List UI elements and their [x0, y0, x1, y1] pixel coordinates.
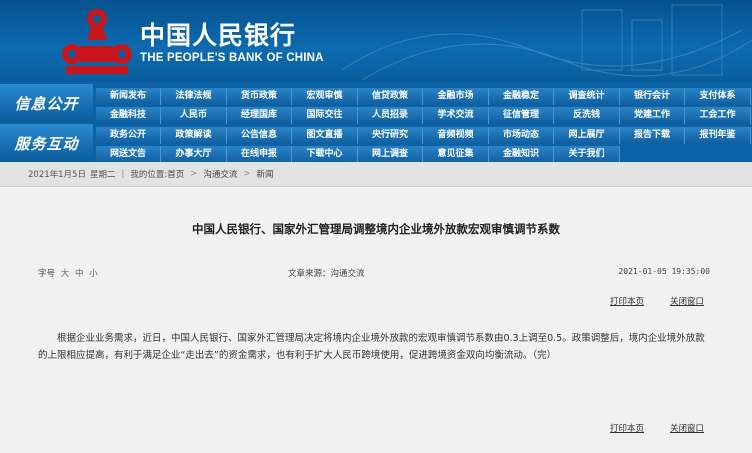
breadcrumb-separator: > — [243, 169, 251, 179]
nav-link[interactable]: 央行研究 — [358, 127, 423, 144]
nav-link[interactable]: 网上调查 — [358, 146, 423, 163]
close-window-link[interactable]: 关闭窗口 — [670, 422, 704, 434]
font-size-label: 字号 — [38, 269, 56, 279]
nav-link[interactable]: 支付体系 — [685, 88, 751, 105]
article-content: 中国人民银行、国家外汇管理局调整境内企业境外放款宏观审慎调节系数 字号 大 中 … — [0, 187, 752, 453]
nav-link[interactable]: 图文直播 — [292, 127, 358, 144]
nav-link[interactable]: 政务公开 — [96, 127, 161, 144]
nav-link[interactable]: 公告信息 — [227, 127, 292, 144]
article-body: 根据企业业务需求，近日，中国人民银行、国家外汇管理局决定将境内企业境外放款的宏观… — [38, 333, 705, 361]
nav-link[interactable]: 金融稳定 — [489, 88, 554, 105]
nav-link[interactable]: 货币政策 — [227, 88, 292, 105]
nav-link[interactable]: 音频视频 — [423, 127, 489, 144]
nav-row-1: 新闻发布 法律法规 货币政策 宏观审慎 信贷政策 金融市场 金融稳定 调查统计 … — [96, 87, 752, 106]
font-size-small-button[interactable]: 小 — [89, 269, 98, 279]
breadcrumb-current[interactable]: 新闻 — [257, 168, 274, 180]
nav-link[interactable]: 人民币 — [161, 107, 227, 124]
nav-link[interactable]: 网送文告 — [96, 146, 161, 163]
nav-link[interactable]: 学术交流 — [423, 107, 489, 124]
site-title-en: THE PEOPLE'S BANK OF CHINA — [140, 52, 324, 64]
nav-link[interactable]: 信贷政策 — [358, 88, 423, 105]
font-size-control: 字号 大 中 小 — [38, 267, 98, 279]
nav-link[interactable]: 调查统计 — [554, 88, 620, 105]
main-navigation: 信息公开 服务互动 新闻发布 法律法规 货币政策 宏观审慎 信贷政策 金融市场 … — [0, 82, 752, 163]
nav-link[interactable]: 关于我们 — [554, 146, 620, 163]
breadcrumb-position-label: 我的位置: — [130, 170, 168, 180]
site-header: 中国人民银行 THE PEOPLE'S BANK OF CHINA — [0, 0, 752, 82]
article-actions-top: 打印本页 关闭窗口 — [560, 295, 716, 307]
nav-link[interactable]: 报刊年鉴 — [685, 127, 751, 144]
nav-link[interactable]: 下载中心 — [292, 146, 358, 163]
nav-service-label: 服务互动 — [0, 124, 93, 163]
nav-link[interactable]: 办事大厅 — [161, 146, 227, 163]
article-title: 中国人民银行、国家外汇管理局调整境内企业境外放款宏观审慎调节系数 — [192, 222, 560, 236]
breadcrumb-separator: | — [121, 169, 125, 179]
article-source: 文章来源：沟通交流 — [288, 269, 365, 279]
nav-row-2: 金融科技 人民币 经理国库 国际交往 人员招录 学术交流 征信管理 反洗钱 党建… — [96, 106, 752, 125]
nav-link[interactable]: 金融市场 — [423, 88, 489, 105]
nav-link[interactable]: 金融知识 — [489, 146, 554, 163]
nav-info-label: 信息公开 — [0, 84, 93, 123]
nav-link[interactable]: 党建工作 — [620, 107, 685, 124]
print-page-link[interactable]: 打印本页 — [610, 295, 644, 307]
nav-link[interactable]: 金融科技 — [96, 107, 161, 124]
breadcrumb-separator: > — [190, 169, 198, 179]
font-size-large-button[interactable]: 大 — [61, 269, 70, 279]
nav-link[interactable]: 市场动态 — [489, 127, 554, 144]
close-window-link[interactable]: 关闭窗口 — [670, 295, 704, 307]
breadcrumb-home[interactable]: 首页 — [167, 168, 184, 180]
article-actions-bottom: 打印本页 关闭窗口 — [560, 422, 716, 434]
font-size-medium-button[interactable]: 中 — [75, 269, 84, 279]
nav-link[interactable]: 法律法规 — [161, 88, 227, 105]
current-weekday: 星期二 — [89, 170, 116, 180]
nav-link[interactable]: 银行会计 — [620, 88, 685, 105]
breadcrumb-section[interactable]: 沟通交流 — [203, 168, 237, 180]
print-page-link[interactable]: 打印本页 — [610, 422, 644, 434]
nav-link[interactable]: 意见征集 — [423, 146, 489, 163]
nav-link[interactable]: 网上展厅 — [554, 127, 620, 144]
nav-link[interactable]: 政策解读 — [161, 127, 227, 144]
site-title-cn: 中国人民银行 — [140, 21, 297, 50]
breadcrumb: 2021年1月5日 星期二 | 我的位置: 首页 > 沟通交流 > 新闻 — [0, 162, 752, 187]
nav-link[interactable]: 报告下载 — [620, 127, 685, 144]
nav-link[interactable]: 反洗钱 — [554, 107, 620, 124]
current-date: 2021年1月5日 — [28, 170, 86, 180]
nav-link[interactable]: 宏观审慎 — [292, 88, 358, 105]
nav-link[interactable]: 经理国库 — [227, 107, 292, 124]
nav-link[interactable]: 国际交往 — [292, 107, 358, 124]
nav-link[interactable]: 人员招录 — [358, 107, 423, 124]
pboc-logo-icon[interactable] — [58, 6, 136, 78]
nav-link[interactable]: 在线申报 — [227, 146, 292, 163]
nav-link[interactable]: 新闻发布 — [96, 88, 161, 105]
nav-link[interactable]: 工会工作 — [685, 107, 751, 124]
article-datetime: 2021-01-05 19:35:00 — [618, 267, 710, 276]
nav-row-3: 政务公开 政策解读 公告信息 图文直播 央行研究 音频视频 市场动态 网上展厅 … — [96, 126, 752, 145]
header-decoration — [341, 4, 752, 81]
article-meta: 字号 大 中 小 文章来源：沟通交流 2021-01-05 19:35:00 — [38, 267, 714, 281]
nav-link[interactable]: 征信管理 — [489, 107, 554, 124]
